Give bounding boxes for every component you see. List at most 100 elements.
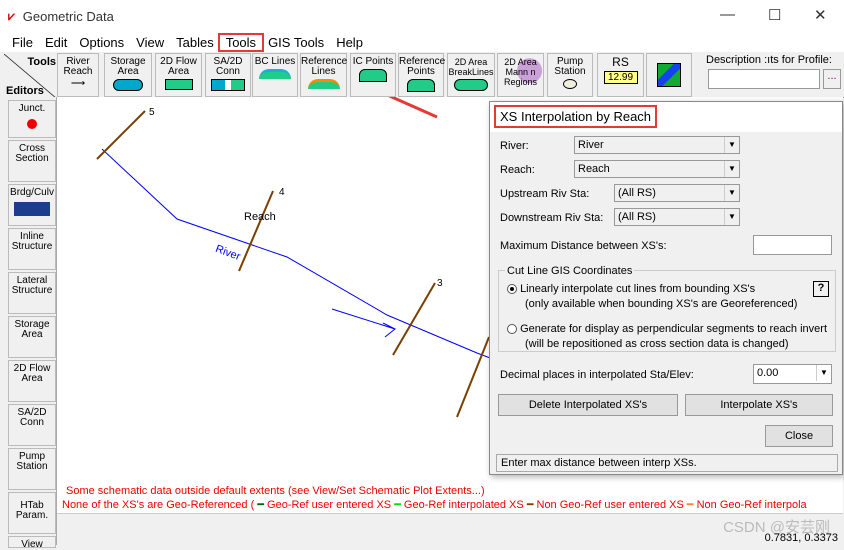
ic-points-icon (359, 69, 387, 82)
flow-arrow (331, 308, 397, 338)
value: (All RS) (618, 211, 656, 223)
label: 2D Area Mann n Regions (503, 57, 538, 87)
xs-5 (96, 110, 146, 160)
chevron-down-icon: ▼ (724, 209, 739, 225)
view-button[interactable]: View (8, 536, 56, 550)
htab-param-button[interactable]: HTab Param. (8, 492, 56, 534)
bridge-icon (14, 202, 50, 216)
junction-button[interactable]: Junct. (8, 100, 56, 138)
max-distance-label: Maximum Distance between XS's: (500, 240, 667, 252)
value: Reach (578, 163, 610, 175)
pump-station-editor-button[interactable]: Pump Station (8, 448, 56, 490)
menu-help[interactable]: Help (330, 35, 369, 50)
upstream-select[interactable]: (All RS) ▼ (614, 184, 740, 202)
maximize-button[interactable]: ☐ (768, 6, 781, 24)
bc-lines-icon (259, 69, 291, 79)
2d-flow-area-button[interactable]: 2D Flow Area (155, 53, 202, 97)
label: Inline Structure (11, 231, 53, 252)
chevron-down-icon: ▼ (724, 185, 739, 201)
conn-icon (211, 79, 245, 91)
legend-prefix: None of the XS's are Geo-Referenced ( (62, 499, 255, 511)
option-perpendicular-note: (will be repositioned as cross section d… (525, 338, 789, 350)
bc-lines-button[interactable]: BC Lines (252, 53, 298, 97)
interpolate-button[interactable]: Interpolate XS's (685, 394, 833, 416)
storage-area-editor-button[interactable]: Storage Area (8, 316, 56, 358)
reference-points-icon (407, 79, 435, 92)
delete-interpolated-button[interactable]: Delete Interpolated XS's (498, 394, 678, 416)
description-label: Description :ıts for Profile: (706, 54, 832, 66)
rs-button[interactable]: RS 12.99 (597, 53, 644, 97)
radio-icon[interactable] (507, 324, 517, 335)
downstream-select[interactable]: (All RS) ▼ (614, 208, 740, 226)
downstream-label: Downstream Riv Sta: (500, 212, 604, 224)
xs-label-4: 4 (279, 187, 285, 198)
label: Pump Station (16, 451, 48, 472)
reference-points-button[interactable]: Reference Points (398, 53, 446, 97)
xs-label-3: 3 (437, 278, 443, 289)
lateral-structure-button[interactable]: Lateral Structure (8, 272, 56, 314)
label: Pump Station (554, 56, 586, 77)
menu-options[interactable]: Options (73, 35, 130, 50)
toolbar: Tools River Reach ⟶ Storage Area 2D Flow … (0, 52, 844, 98)
sa-2d-conn-editor-button[interactable]: SA/2D Conn (8, 404, 56, 446)
label: Junct. (18, 103, 46, 114)
option-linear[interactable]: Linearly interpolate cut lines from boun… (507, 283, 755, 295)
reach-label: Reach: (500, 164, 535, 176)
radio-icon[interactable] (507, 284, 517, 295)
label: 2D Flow Area (160, 56, 197, 77)
pump-station-button[interactable]: Pump Station (547, 53, 593, 97)
menu-bar: File Edit Options View Tables Tools GIS … (0, 32, 844, 52)
sa-2d-conn-button[interactable]: SA/2D Conn (205, 53, 251, 97)
rs-tag-icon: 12.99 (603, 71, 638, 84)
help-button[interactable]: ? (813, 281, 829, 297)
label: Generate for display as perpendicular se… (520, 323, 828, 335)
title-bar: ⩗ Geometric Data — ☐ ✕ (0, 0, 844, 32)
xs-label-5: 5 (149, 107, 155, 118)
menu-edit[interactable]: Edit (39, 35, 73, 50)
cross-section-button[interactable]: Cross Section (8, 140, 56, 182)
2d-area-breaklines-button[interactable]: 2D Area BreakLines (447, 53, 495, 97)
window-title: Geometric Data (22, 8, 114, 24)
reach-select[interactable]: Reach ▼ (574, 160, 740, 178)
river-reach-button[interactable]: River Reach ⟶ (57, 53, 99, 97)
cut-line-group: Cut Line GIS Coordinates Linearly interp… (498, 265, 836, 352)
red-dot-icon (27, 119, 37, 129)
xs-2 (456, 336, 490, 418)
bridge-culvert-button[interactable]: Brdg/Culv (8, 184, 56, 226)
reference-lines-button[interactable]: Reference Lines (300, 53, 347, 97)
label: Reference Lines (301, 56, 348, 77)
label: RS (612, 55, 629, 69)
label: HTab Param. (15, 500, 49, 521)
minimize-button[interactable]: — (720, 6, 735, 23)
river-select[interactable]: River ▼ (574, 136, 740, 154)
label: Reference Points (399, 56, 446, 77)
menu-file[interactable]: File (6, 35, 39, 50)
decimal-select[interactable]: 0.00 ▼ (753, 364, 832, 384)
legend-item: Non Geo-Ref user entered XS (536, 499, 684, 511)
inline-structure-button[interactable]: Inline Structure (8, 228, 56, 270)
gis-map-button[interactable] (646, 53, 692, 97)
description-more-button[interactable]: ... (823, 69, 841, 89)
pump-icon (563, 79, 577, 89)
max-distance-input[interactable] (753, 235, 832, 255)
storage-icon (113, 79, 143, 91)
close-button[interactable]: ✕ (814, 6, 827, 24)
menu-tables[interactable]: Tables (170, 35, 220, 50)
storage-area-button[interactable]: Storage Area (104, 53, 152, 97)
close-dialog-button[interactable]: Close (765, 425, 833, 447)
menu-view[interactable]: View (130, 35, 170, 50)
2d-area-mann-n-regions-button[interactable]: 2D Area Mann n Regions (497, 53, 544, 97)
menu-tools[interactable]: Tools (217, 32, 265, 52)
reference-lines-icon (307, 79, 340, 89)
description-input[interactable] (708, 69, 820, 89)
ic-points-button[interactable]: IC Points (350, 53, 396, 97)
option-perpendicular[interactable]: Generate for display as perpendicular se… (507, 323, 827, 335)
tools-pointer-arrow (278, 45, 438, 119)
map-icon (657, 63, 681, 87)
upstream-label: Upstream Riv Sta: (500, 188, 590, 200)
label: 2D Flow Area (13, 363, 51, 384)
value: (All RS) (618, 187, 656, 199)
xs-3 (392, 282, 436, 356)
2d-flow-area-editor-button[interactable]: 2D Flow Area (8, 360, 56, 402)
menu-gis-tools[interactable]: GIS Tools (262, 35, 330, 50)
